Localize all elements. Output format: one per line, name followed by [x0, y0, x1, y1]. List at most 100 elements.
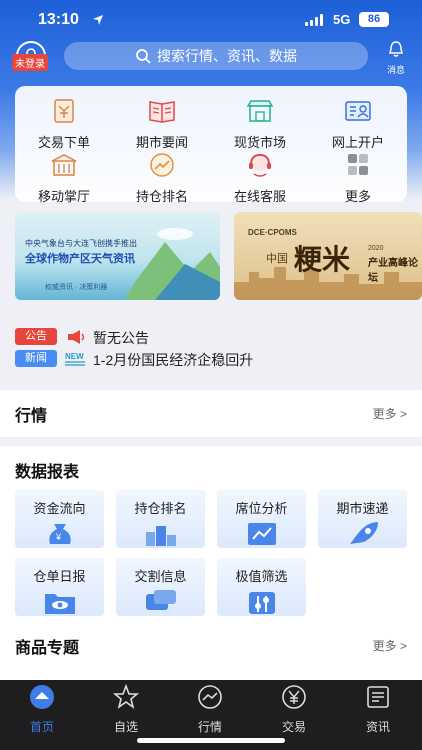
banner2-year: 2020	[368, 245, 384, 252]
nav-tab-news[interactable]: 资讯	[336, 684, 420, 735]
status-time: 13:10	[38, 11, 79, 28]
report-label: 席位分析	[235, 501, 288, 516]
banner2-china: 中国	[266, 253, 288, 265]
report-position-rank[interactable]: 持仓排名	[116, 490, 205, 548]
signal-icon	[305, 14, 325, 26]
folder-eye-icon	[45, 594, 75, 614]
products-title: 商品专题	[15, 640, 80, 657]
notice-news[interactable]: 新闻 NEW 1-2月份国民经济企稳回升	[15, 349, 407, 369]
grid-item-online-account[interactable]: 网上开户	[309, 98, 407, 150]
account-card-icon	[345, 101, 371, 121]
reports-title: 数据报表	[15, 464, 80, 481]
nav-label: 资讯	[365, 720, 390, 734]
banner2-forum: 产业高峰论坛	[368, 258, 418, 284]
status-bar: 13:10 5G 86	[0, 0, 422, 38]
news-book-icon	[149, 101, 175, 123]
trade-order-icon	[54, 99, 74, 123]
rocket-icon	[350, 522, 378, 544]
location-arrow-icon	[93, 15, 103, 25]
search-icon	[136, 49, 151, 64]
nav-label: 自选	[113, 720, 138, 734]
report-futures-express[interactable]: 期市速递	[318, 490, 407, 548]
report-delivery-info[interactable]: 交割信息	[116, 558, 205, 616]
top-bar: 未登录 搜索行情、资讯、数据 消息	[0, 38, 422, 78]
nav-tab-market[interactable]: 行情	[168, 684, 252, 735]
grid-label: 持仓排名	[135, 189, 188, 204]
slider-filter-icon	[249, 592, 275, 614]
home-icon	[30, 685, 54, 709]
report-label: 期市速递	[336, 501, 389, 516]
banner-weather-info[interactable]: 中央气象台与大连飞创携手推出 全球作物产区天气资讯 权威资讯 · 决策利器	[15, 212, 220, 300]
grid-label: 期市要闻	[135, 135, 188, 150]
grid-label: 现货市场	[233, 135, 286, 150]
grid-label: 交易下单	[37, 135, 90, 150]
chart-board-icon	[248, 523, 276, 545]
nav-label: 首页	[29, 720, 54, 734]
nav-label: 交易	[281, 720, 306, 734]
star-icon	[112, 683, 140, 709]
announcement-tag: 公告	[15, 328, 57, 345]
market-title: 行情	[15, 408, 48, 425]
svg-text:¥: ¥	[55, 532, 62, 542]
grid-label: 在线客服	[233, 189, 286, 204]
announcement-text: 暂无公告	[93, 330, 149, 346]
market-stall-icon	[246, 100, 274, 122]
news-tag: 新闻	[15, 350, 57, 367]
products-more-link[interactable]: 更多 >	[373, 637, 407, 654]
search-placeholder: 搜索行情、资讯、数据	[157, 48, 297, 64]
banner1-tags: 权威资讯 · 决策利器	[45, 284, 108, 291]
banner-rice-forum[interactable]: DCE·CPOMS 中国 粳米 2020 产业高峰论坛	[234, 212, 422, 300]
chat-bubbles-icon	[146, 590, 176, 610]
banner2-headline: 粳米	[294, 243, 351, 276]
grid-label: 网上开户	[331, 135, 384, 150]
grid-item-more[interactable]: 更多	[309, 152, 407, 204]
mobile-hall-icon	[51, 154, 77, 176]
message-button[interactable]: 消息	[384, 40, 408, 75]
report-seat-analysis[interactable]: 席位分析	[217, 490, 306, 548]
message-label: 消息	[386, 65, 405, 75]
banner1-subtitle: 中央气象台与大连飞创携手推出	[25, 239, 137, 248]
bell-icon	[389, 41, 403, 57]
more-grid-icon	[348, 154, 368, 175]
login-status-badge[interactable]: 未登录	[12, 54, 48, 71]
battery-icon: 86	[359, 12, 389, 27]
report-fund-flow[interactable]: 资金流向 ¥	[15, 490, 104, 548]
search-bar[interactable]: 搜索行情、资讯、数据	[64, 42, 368, 70]
grid-item-mobile-hall[interactable]: 移动掌厅	[15, 152, 113, 204]
report-extreme-filter[interactable]: 极值筛选	[217, 558, 306, 616]
products-section[interactable]: 商品专题 更多 >	[0, 622, 422, 680]
report-warehouse-daily[interactable]: 仓单日报	[15, 558, 104, 616]
home-indicator	[137, 738, 285, 743]
grid-label: 更多	[344, 189, 371, 204]
nav-tab-home[interactable]: 首页	[0, 684, 84, 735]
grid-item-futures-news[interactable]: 期市要闻	[113, 98, 211, 150]
report-label: 极值筛选	[235, 569, 288, 584]
report-label: 交割信息	[134, 569, 187, 584]
money-bag-icon: ¥	[49, 524, 71, 544]
grid-item-trade-order[interactable]: 交易下单	[15, 98, 113, 150]
new-badge-icon: NEW	[65, 352, 85, 366]
banner1-title: 全球作物产区天气资讯	[25, 253, 135, 265]
svg-text:NEW: NEW	[65, 352, 84, 361]
grid-item-spot-market[interactable]: 现货市场	[211, 98, 309, 150]
trend-circle-icon	[198, 685, 222, 709]
grid-item-position-rank[interactable]: 持仓排名	[113, 152, 211, 204]
banner2-brand: DCE·CPOMS	[248, 228, 297, 237]
news-doc-icon	[367, 686, 389, 708]
report-label: 资金流向	[33, 501, 86, 516]
position-rank-icon	[150, 153, 174, 177]
grid-item-online-service[interactable]: 在线客服	[211, 152, 309, 204]
market-more-link[interactable]: 更多 >	[373, 405, 407, 422]
yen-circle-icon	[282, 685, 306, 709]
nav-tab-trade[interactable]: 交易	[252, 684, 336, 735]
report-label: 仓单日报	[33, 569, 86, 584]
quick-access-grid: 交易下单 期市要闻 现货市场 网上开户 移动掌厅 持仓排名 在线客服 更多	[15, 86, 407, 204]
megaphone-icon	[68, 330, 85, 344]
nav-label: 行情	[197, 720, 222, 734]
report-label: 持仓排名	[134, 501, 187, 516]
notice-announcement[interactable]: 公告 暂无公告	[15, 327, 407, 347]
network-label: 5G	[333, 12, 351, 27]
customer-service-icon	[249, 153, 271, 177]
nav-tab-watchlist[interactable]: 自选	[84, 683, 168, 735]
market-section[interactable]: 行情 更多 >	[0, 390, 422, 437]
